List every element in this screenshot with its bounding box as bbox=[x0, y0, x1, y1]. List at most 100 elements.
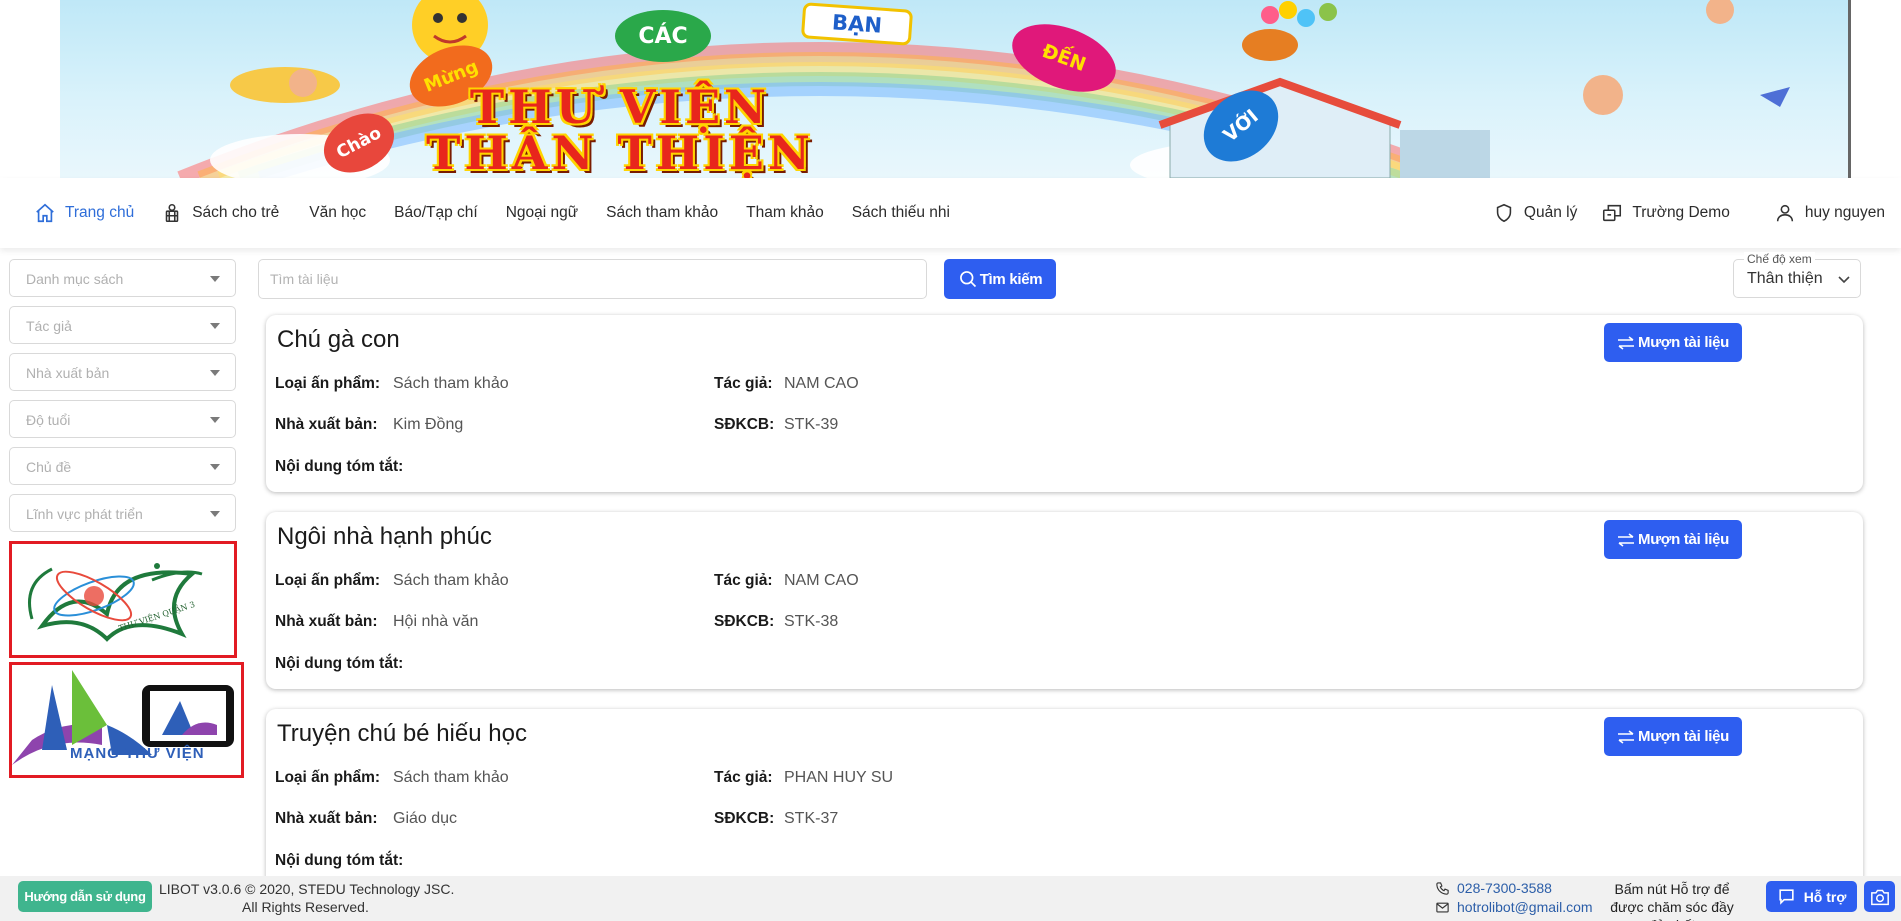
type-label: Loại ấn phẩm: bbox=[275, 375, 381, 392]
nav-item-label: Văn học bbox=[309, 204, 367, 221]
caret-down-icon bbox=[210, 276, 220, 282]
borrow-button[interactable]: Mượn tài liệu bbox=[1604, 520, 1742, 559]
publisher-value: Giáo dục bbox=[393, 810, 458, 827]
filter-tac-gia[interactable]: Tác giả bbox=[9, 306, 236, 344]
view-mode-label: Chế độ xem bbox=[1744, 252, 1815, 266]
user-menu: Quản lý Trường Demo huy nguyen bbox=[1493, 193, 1885, 233]
user-icon bbox=[1776, 204, 1793, 222]
support-button[interactable]: Hỗ trợ bbox=[1766, 881, 1857, 912]
switch-school-icon bbox=[1603, 204, 1622, 222]
publisher-value: Kim Đồng bbox=[393, 416, 464, 433]
search-icon bbox=[959, 271, 976, 288]
view-mode-select[interactable]: Chế độ xem Thân thiện bbox=[1733, 252, 1861, 298]
caret-down-icon bbox=[210, 464, 220, 470]
book-title[interactable]: Ngôi nhà hạnh phúc bbox=[277, 523, 492, 551]
caret-down-icon bbox=[210, 323, 220, 329]
summary-label: Nội dung tóm tắt: bbox=[275, 852, 404, 869]
sidebar-filters: Danh mục sách Tác giả Nhà xuất bản Độ tu… bbox=[9, 259, 244, 778]
footer: Hướng dẫn sử dụng LIBOT v3.0.6 © 2020, S… bbox=[0, 876, 1901, 921]
code-value: STK-38 bbox=[784, 613, 839, 630]
author-value: NAM CAO bbox=[784, 572, 859, 589]
nav-item-tham-khao[interactable]: Tham khảo bbox=[746, 193, 824, 233]
type-label: Loại ấn phẩm: bbox=[275, 572, 381, 589]
author-value: PHAN HUY SU bbox=[784, 769, 894, 786]
search-box bbox=[258, 259, 927, 299]
code-value: STK-39 bbox=[784, 416, 839, 433]
child-icon bbox=[165, 203, 179, 223]
type-value: Sách tham khảo bbox=[393, 572, 509, 589]
filter-linh-vuc[interactable]: Lĩnh vực phát triển bbox=[9, 494, 236, 532]
filter-chu-de[interactable]: Chủ đề bbox=[9, 447, 236, 485]
type-label: Loại ấn phẩm: bbox=[275, 769, 381, 786]
support-hint: Bấm nút Hỗ trợ để được chăm sóc đầy đủ n… bbox=[1610, 881, 1734, 921]
filter-nha-xuat-ban[interactable]: Nhà xuất bản bbox=[9, 353, 236, 391]
nav-item-quan-ly[interactable]: Quản lý bbox=[1493, 193, 1577, 233]
nav-item-sach-thieu-nhi[interactable]: Sách thiếu nhi bbox=[852, 193, 950, 233]
nav-item-label: Tham khảo bbox=[746, 204, 824, 221]
mang-thu-vien-logo[interactable]: MẠNG THƯ VIỆN bbox=[9, 662, 244, 778]
swap-arrows-icon bbox=[1618, 729, 1635, 744]
banner-title-line2: THÂN THIỆN bbox=[426, 126, 814, 178]
screenshot-button[interactable] bbox=[1864, 881, 1895, 912]
author-label: Tác giả: bbox=[714, 375, 773, 392]
code-label: SĐKCB: bbox=[714, 416, 775, 433]
filter-placeholder: Nhà xuất bản bbox=[26, 365, 110, 381]
nav-item-label: Sách cho trẻ bbox=[192, 204, 280, 221]
shield-icon bbox=[1496, 203, 1512, 223]
user-guide-button[interactable]: Hướng dẫn sử dụng bbox=[18, 881, 152, 912]
nav-item-van-hoc[interactable]: Văn học bbox=[309, 193, 366, 233]
nav-item-label: huy nguyen bbox=[1804, 204, 1885, 221]
mail-icon bbox=[1436, 902, 1449, 912]
caret-down-icon bbox=[210, 511, 220, 517]
banner: Chào Mừng CÁC BẠN ĐẾN VỚI THƯ VIỆN THÂN … bbox=[60, 0, 1850, 178]
top-navigation: Trang chủ Sách cho trẻ Văn học Báo/Tạp c… bbox=[0, 178, 1901, 248]
filter-placeholder: Danh mục sách bbox=[26, 271, 124, 287]
borrow-button[interactable]: Mượn tài liệu bbox=[1604, 717, 1742, 756]
nav-item-home[interactable]: Trang chủ bbox=[34, 193, 134, 233]
borrow-button-label: Mượn tài liệu bbox=[1638, 531, 1729, 548]
nav-item-ngoai-ngu[interactable]: Ngoại ngữ bbox=[506, 193, 578, 233]
nav-item-bao-tap-chi[interactable]: Báo/Tạp chí bbox=[394, 193, 478, 233]
nav-item-label: Trang chủ bbox=[65, 204, 135, 221]
page: Chào Mừng CÁC BẠN ĐẾN VỚI THƯ VIỆN THÂN … bbox=[0, 0, 1901, 921]
author-label: Tác giả: bbox=[714, 769, 773, 786]
search-button-label: Tìm kiếm bbox=[979, 270, 1043, 288]
publisher-label: Nhà xuất bản: bbox=[275, 416, 378, 433]
filter-do-tuoi[interactable]: Độ tuổi bbox=[9, 400, 236, 438]
banner-word: ĐẾN bbox=[1039, 39, 1089, 77]
atom-book-logo-icon bbox=[28, 563, 203, 642]
publisher-value: Hội nhà văn bbox=[393, 613, 479, 630]
book-title[interactable]: Truyện chú bé hiếu học bbox=[277, 720, 527, 748]
nav-item-user[interactable]: huy nguyen bbox=[1774, 193, 1885, 233]
thu-vien-quan-3-logo[interactable]: THƯ VIỆN QUẬN 3 bbox=[9, 541, 237, 658]
borrow-button-label: Mượn tài liệu bbox=[1638, 728, 1729, 745]
nav-item-label: Sách thiếu nhi bbox=[851, 204, 950, 221]
nav-item-truong-demo[interactable]: Trường Demo bbox=[1601, 193, 1730, 233]
type-value: Sách tham khảo bbox=[393, 375, 509, 392]
banner-word: CÁC bbox=[638, 23, 688, 49]
borrow-button[interactable]: Mượn tài liệu bbox=[1604, 323, 1742, 362]
nav-item-sach-cho-tre[interactable]: Sách cho trẻ bbox=[161, 193, 279, 233]
caret-down-icon bbox=[210, 370, 220, 376]
support-phone[interactable]: 028-7300-3588 bbox=[1435, 880, 1552, 896]
search-input[interactable] bbox=[259, 260, 926, 298]
banner-word: BẠN bbox=[831, 10, 883, 38]
nav-item-label: Quản lý bbox=[1523, 204, 1578, 221]
filter-danh-muc-sach[interactable]: Danh mục sách bbox=[9, 259, 236, 297]
book-card: Chú gà con Mượn tài liệu Loại ấn phẩm: S… bbox=[266, 315, 1863, 492]
filter-placeholder: Lĩnh vực phát triển bbox=[26, 506, 143, 522]
banner-word-cac: CÁC bbox=[615, 10, 711, 62]
publisher-label: Nhà xuất bản: bbox=[275, 810, 378, 827]
summary-label: Nội dung tóm tắt: bbox=[275, 458, 404, 475]
book-card: Ngôi nhà hạnh phúc Mượn tài liệu Loại ấn… bbox=[266, 512, 1863, 689]
nav-item-sach-tham-khao[interactable]: Sách tham khảo bbox=[606, 193, 718, 233]
book-title[interactable]: Chú gà con bbox=[277, 326, 400, 354]
code-label: SĐKCB: bbox=[714, 810, 775, 827]
filter-placeholder: Chủ đề bbox=[26, 459, 72, 475]
support-email[interactable]: hotrolibot@gmail.com bbox=[1435, 899, 1593, 915]
nav-item-label: Trường Demo bbox=[1632, 204, 1730, 221]
swap-arrows-icon bbox=[1618, 532, 1635, 547]
filter-placeholder: Độ tuổi bbox=[26, 412, 71, 428]
search-button[interactable]: Tìm kiếm bbox=[944, 259, 1056, 299]
code-label: SĐKCB: bbox=[714, 613, 775, 630]
